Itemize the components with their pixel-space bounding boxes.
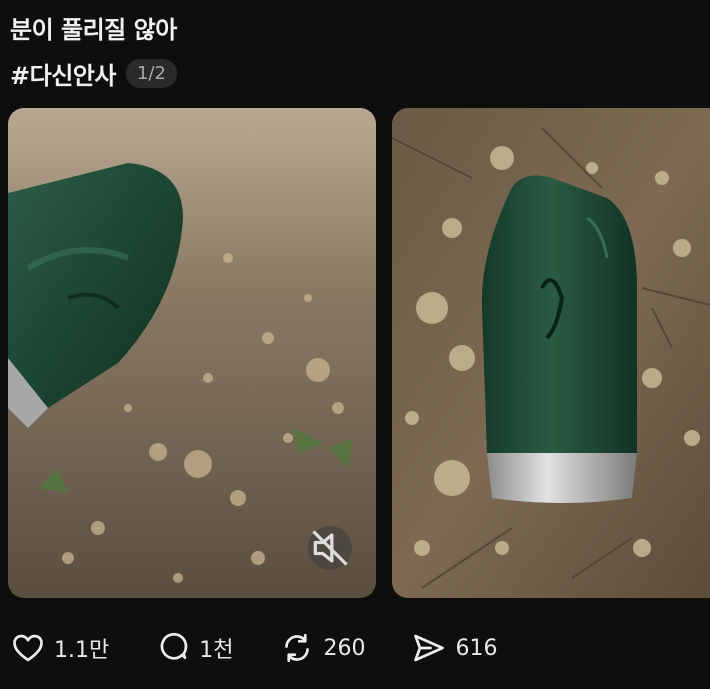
repost-button[interactable]: 260 — [279, 630, 365, 666]
reply-count: 1천 — [199, 638, 234, 663]
media-video[interactable] — [8, 108, 376, 598]
action-bar: 1.1만 1천 260 616 — [10, 630, 543, 666]
hashtag-link[interactable]: #다신안사 — [10, 56, 116, 91]
repost-icon — [285, 633, 310, 663]
send-icon — [414, 634, 445, 662]
heart-icon — [13, 634, 43, 662]
like-button[interactable]: 1.1만 — [10, 630, 109, 666]
share-button[interactable]: 616 — [411, 630, 497, 666]
speech-bubble-icon — [160, 632, 188, 660]
crushed-tumbler-photo-1 — [8, 108, 376, 598]
mute-toggle-button[interactable] — [308, 526, 352, 570]
reply-button[interactable]: 1천 — [155, 630, 233, 666]
speaker-muted-icon — [312, 530, 348, 566]
tagline: #다신안사 1/2 — [10, 56, 177, 91]
share-count: 616 — [455, 635, 498, 661]
like-count: 1.1만 — [54, 638, 110, 663]
post-title: 분이 풀리질 않아 — [10, 16, 177, 44]
post-caption: 분이 풀리질 않아 #다신안사 1/2 — [10, 12, 177, 91]
crushed-tumbler-photo-2 — [392, 108, 710, 598]
media-image[interactable] — [392, 108, 710, 598]
media-pager: 1/2 — [125, 59, 177, 88]
repost-count: 260 — [323, 635, 366, 661]
